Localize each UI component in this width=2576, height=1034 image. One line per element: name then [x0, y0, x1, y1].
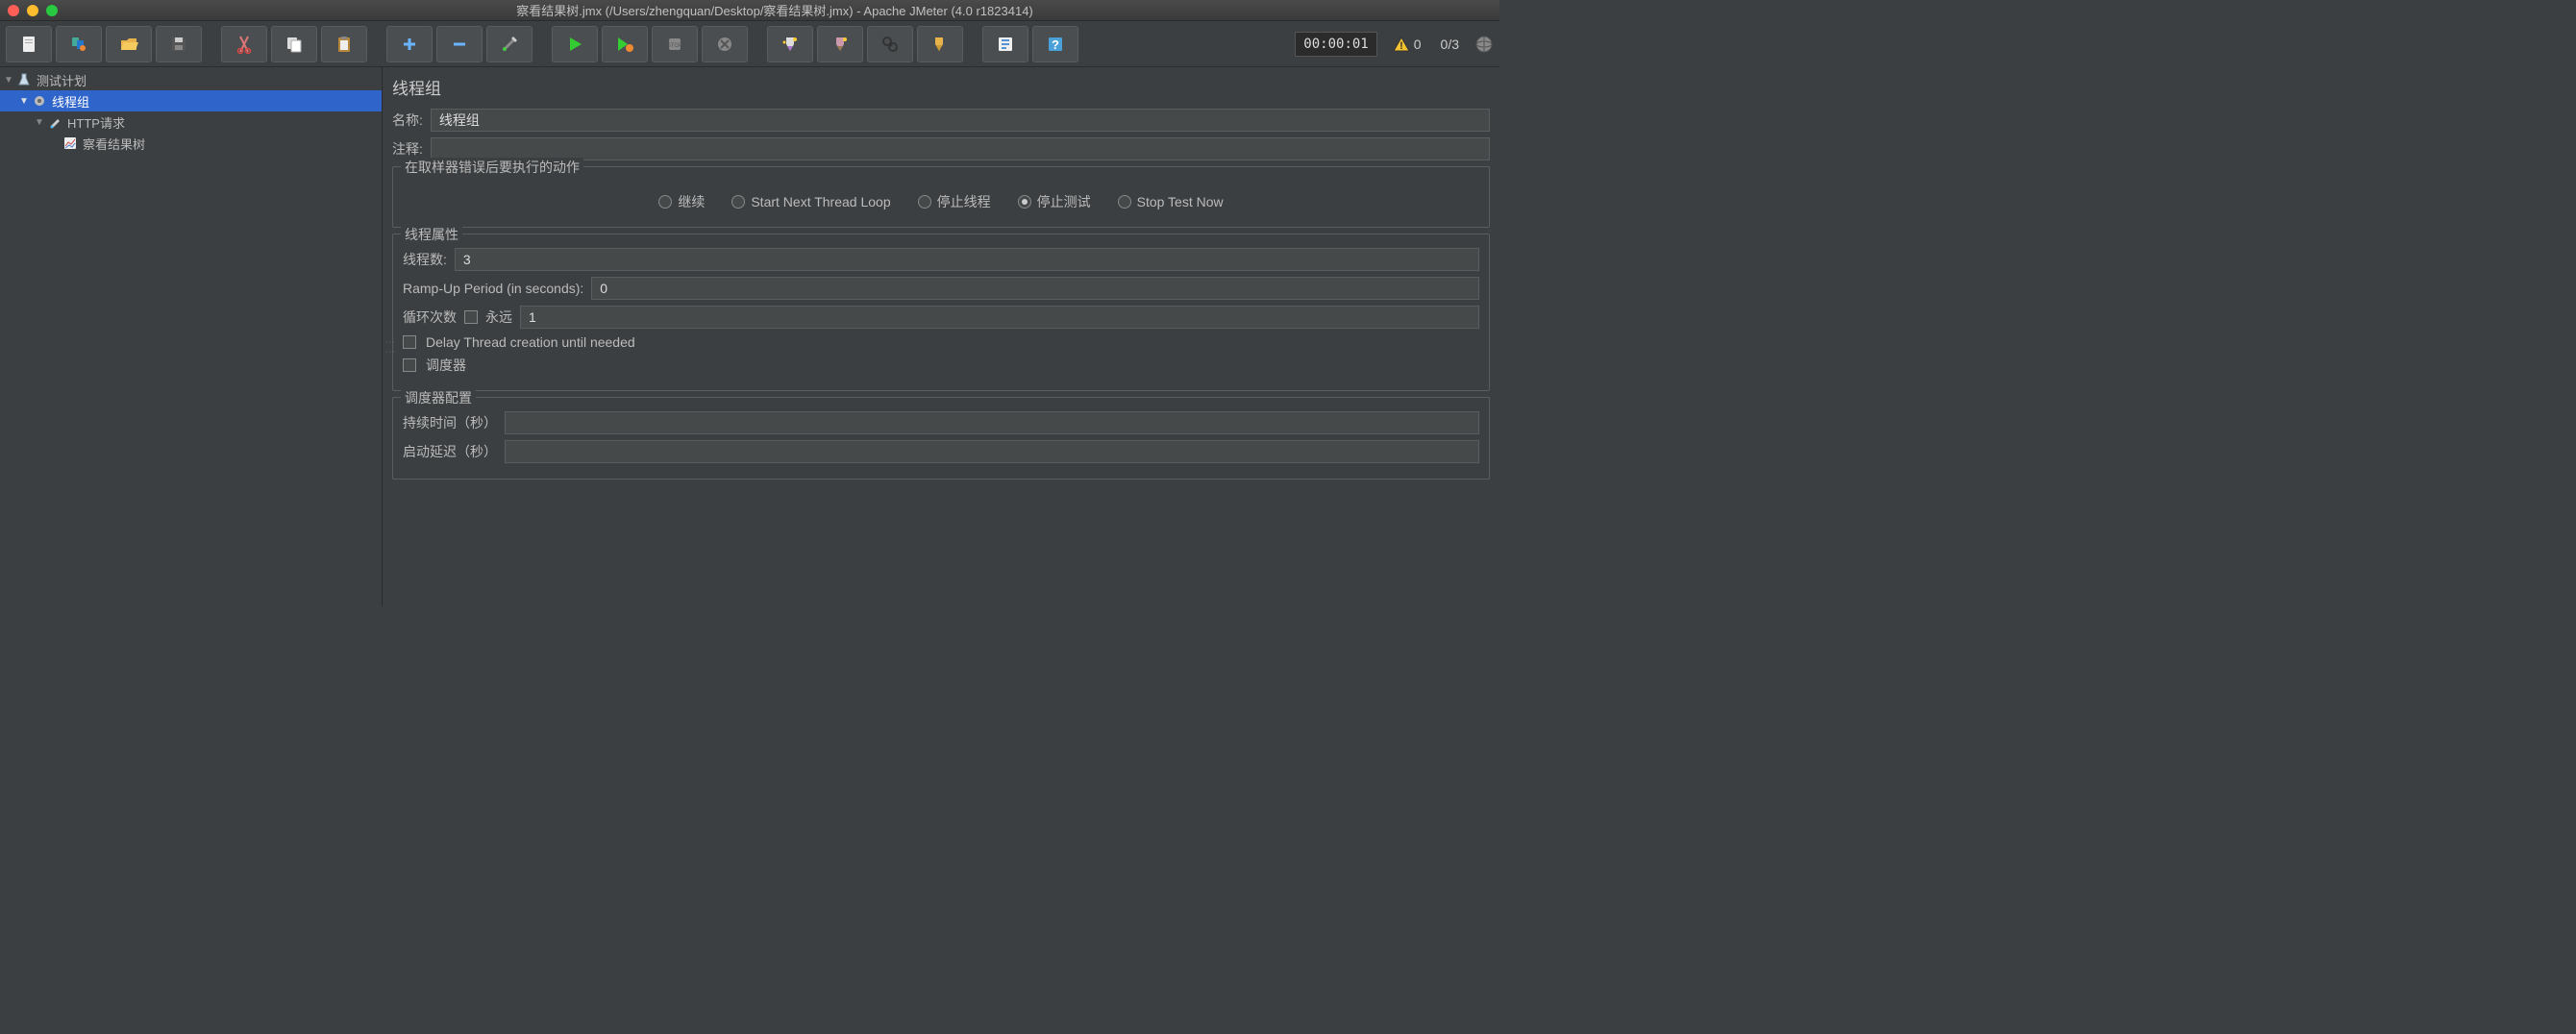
- tree-label: 测试计划: [37, 71, 87, 89]
- startup-delay-label: 启动延迟（秒）: [403, 442, 497, 461]
- fieldset-legend: 调度器配置: [401, 388, 476, 407]
- toggle-button[interactable]: [486, 26, 533, 62]
- loop-label: 循环次数: [403, 308, 457, 327]
- remote-indicator-icon: [1474, 35, 1494, 54]
- duration-input[interactable]: [505, 411, 1479, 434]
- gear-icon: [31, 93, 48, 109]
- forever-label: 永远: [485, 308, 512, 327]
- thread-ratio: 0/3: [1441, 37, 1459, 52]
- start-no-timers-button[interactable]: [602, 26, 648, 62]
- toolbar: STOP ? 00:00:01 ! 0 0/3: [0, 21, 1499, 67]
- comment-input[interactable]: [431, 137, 1490, 160]
- tree-label: 线程组: [52, 92, 89, 111]
- splitter-grip[interactable]: ⋮⋮: [384, 337, 395, 357]
- warning-count: 0: [1414, 37, 1422, 52]
- warning-icon: !: [1393, 36, 1410, 53]
- delay-thread-label: Delay Thread creation until needed: [426, 334, 635, 350]
- elapsed-timer: 00:00:01: [1295, 32, 1376, 57]
- tree-toggle-icon[interactable]: ▼: [4, 75, 15, 86]
- svg-text:?: ?: [1052, 37, 1059, 52]
- scheduler-label: 调度器: [426, 356, 466, 375]
- clear-all-button[interactable]: [817, 26, 863, 62]
- threads-input[interactable]: [455, 248, 1479, 271]
- startup-delay-input[interactable]: [505, 440, 1479, 463]
- pipette-icon: [46, 114, 63, 130]
- search-button[interactable]: [867, 26, 913, 62]
- rampup-label: Ramp-Up Period (in seconds):: [403, 281, 583, 296]
- comment-label: 注释:: [392, 139, 423, 159]
- collapse-button[interactable]: [436, 26, 483, 62]
- stop-button[interactable]: STOP: [652, 26, 698, 62]
- new-file-button[interactable]: [6, 26, 52, 62]
- test-tree-sidebar[interactable]: ▼ 测试计划 ▼ 线程组 ▼ HTTP请求 ▼ 察看结果树: [0, 67, 383, 606]
- chart-icon: [62, 135, 79, 151]
- editor-panel: 线程组 名称: 注释: 在取样器错误后要执行的动作 继续 Start Next …: [383, 67, 1499, 606]
- duration-label: 持续时间（秒）: [403, 413, 497, 432]
- tree-label: HTTP请求: [67, 113, 125, 132]
- svg-text:!: !: [1399, 40, 1403, 52]
- loop-count-input[interactable]: [520, 306, 1479, 329]
- radio-stop-test[interactable]: 停止测试: [1018, 192, 1091, 211]
- threads-label: 线程数:: [403, 250, 447, 269]
- scheduler-config-fieldset: 调度器配置 持续时间（秒） 启动延迟（秒）: [392, 397, 1490, 480]
- tree-toggle-icon[interactable]: ▼: [35, 117, 46, 128]
- reset-search-button[interactable]: [917, 26, 963, 62]
- tree-toggle-icon[interactable]: ▼: [19, 96, 31, 107]
- thread-properties-fieldset: 线程属性 线程数: Ramp-Up Period (in seconds): 循…: [392, 234, 1490, 391]
- svg-text:STOP: STOP: [667, 43, 682, 49]
- function-helper-button[interactable]: [982, 26, 1028, 62]
- clear-button[interactable]: [767, 26, 813, 62]
- panel-title: 线程组: [392, 75, 1490, 99]
- tree-node-test-plan[interactable]: ▼ 测试计划: [0, 69, 382, 90]
- rampup-input[interactable]: [591, 277, 1479, 300]
- radio-stop-thread[interactable]: 停止线程: [918, 192, 991, 211]
- start-button[interactable]: [552, 26, 598, 62]
- scheduler-checkbox[interactable]: [403, 358, 416, 372]
- minimize-window-button[interactable]: [27, 5, 38, 16]
- forever-checkbox[interactable]: [464, 310, 478, 324]
- tree-node-http-request[interactable]: ▼ HTTP请求: [0, 111, 382, 133]
- save-button[interactable]: [156, 26, 202, 62]
- beaker-icon: [15, 72, 33, 87]
- tree-node-thread-group[interactable]: ▼ 线程组: [0, 90, 382, 111]
- expand-button[interactable]: [386, 26, 433, 62]
- window-title: 察看结果树.jmx (/Users/zhengquan/Desktop/察看结果…: [58, 1, 1492, 19]
- cut-button[interactable]: [221, 26, 267, 62]
- name-label: 名称:: [392, 111, 423, 130]
- radio-continue[interactable]: 继续: [658, 192, 705, 211]
- name-input[interactable]: [431, 109, 1490, 132]
- tree-node-view-results[interactable]: ▼ 察看结果树: [0, 133, 382, 154]
- radio-stop-test-now[interactable]: Stop Test Now: [1118, 194, 1224, 209]
- maximize-window-button[interactable]: [46, 5, 58, 16]
- shutdown-button[interactable]: [702, 26, 748, 62]
- radio-start-next-loop[interactable]: Start Next Thread Loop: [731, 194, 890, 209]
- titlebar: 察看结果树.jmx (/Users/zhengquan/Desktop/察看结果…: [0, 0, 1499, 21]
- copy-button[interactable]: [271, 26, 317, 62]
- tree-label: 察看结果树: [83, 135, 145, 153]
- help-button[interactable]: ?: [1032, 26, 1078, 62]
- templates-button[interactable]: [56, 26, 102, 62]
- error-action-fieldset: 在取样器错误后要执行的动作 继续 Start Next Thread Loop …: [392, 166, 1490, 228]
- paste-button[interactable]: [321, 26, 367, 62]
- fieldset-legend: 在取样器错误后要执行的动作: [401, 158, 583, 177]
- close-window-button[interactable]: [8, 5, 19, 16]
- fieldset-legend: 线程属性: [401, 225, 462, 244]
- open-file-button[interactable]: [106, 26, 152, 62]
- warning-badge[interactable]: ! 0: [1393, 36, 1422, 53]
- delay-thread-checkbox[interactable]: [403, 335, 416, 349]
